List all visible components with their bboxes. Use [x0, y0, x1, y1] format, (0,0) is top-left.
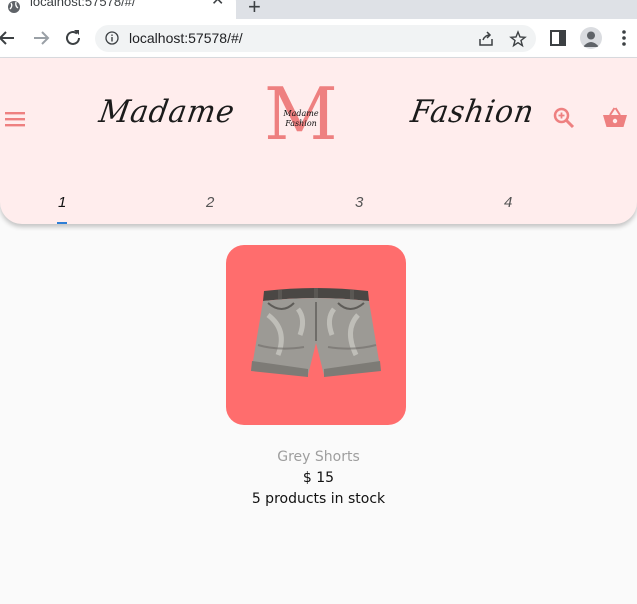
- product-price: $ 15: [302, 470, 335, 486]
- tab-4[interactable]: 4: [504, 194, 512, 211]
- bookmark-star-icon[interactable]: [509, 30, 527, 48]
- product-card[interactable]: [226, 245, 406, 425]
- url-text[interactable]: localhost:57578/#/: [129, 30, 243, 46]
- product-name: Grey Shorts: [277, 449, 360, 465]
- tab-3[interactable]: 3: [355, 194, 363, 211]
- profile-avatar-icon[interactable]: [580, 27, 602, 49]
- close-tab-icon[interactable]: ✕: [211, 0, 224, 9]
- new-tab-icon[interactable]: +: [248, 0, 261, 18]
- browser-tab-title: localhost:57578/#/: [30, 0, 136, 9]
- basket-icon[interactable]: [602, 106, 628, 130]
- logo-signature: Madame Fashion: [283, 109, 319, 128]
- product-stock: 5 products in stock: [251, 491, 386, 507]
- search-icon[interactable]: [552, 106, 576, 130]
- shorts-image: [251, 288, 381, 377]
- reload-icon[interactable]: [62, 27, 84, 49]
- tab-1[interactable]: 1: [58, 194, 66, 211]
- app-header: Madame M Madame Fashion Fashion 1 2 3 4: [0, 58, 637, 224]
- address-bar[interactable]: localhost:57578/#/: [95, 25, 536, 52]
- share-icon[interactable]: [477, 30, 495, 48]
- forward-arrow-icon[interactable]: [30, 27, 52, 49]
- back-arrow-icon[interactable]: [0, 27, 18, 49]
- more-vert-icon[interactable]: [614, 28, 634, 48]
- browser-toolbar: localhost:57578/#/: [0, 19, 637, 58]
- category-tabs: 1 2 3 4: [0, 194, 637, 224]
- browser-tab[interactable]: localhost:57578/#/ ✕: [0, 0, 236, 19]
- active-tab-indicator: [57, 222, 67, 224]
- brand-word-left: Madame: [96, 94, 238, 130]
- tab-2[interactable]: 2: [206, 194, 214, 211]
- menu-icon[interactable]: [4, 108, 26, 130]
- side-panel-icon[interactable]: [548, 28, 568, 48]
- browser-tab-strip: localhost:57578/#/ ✕ +: [0, 0, 637, 19]
- globe-icon: [8, 1, 20, 13]
- brand-word-right: Fashion: [408, 94, 538, 130]
- info-icon[interactable]: [105, 31, 119, 45]
- brand-logo[interactable]: M Madame Fashion: [264, 78, 338, 152]
